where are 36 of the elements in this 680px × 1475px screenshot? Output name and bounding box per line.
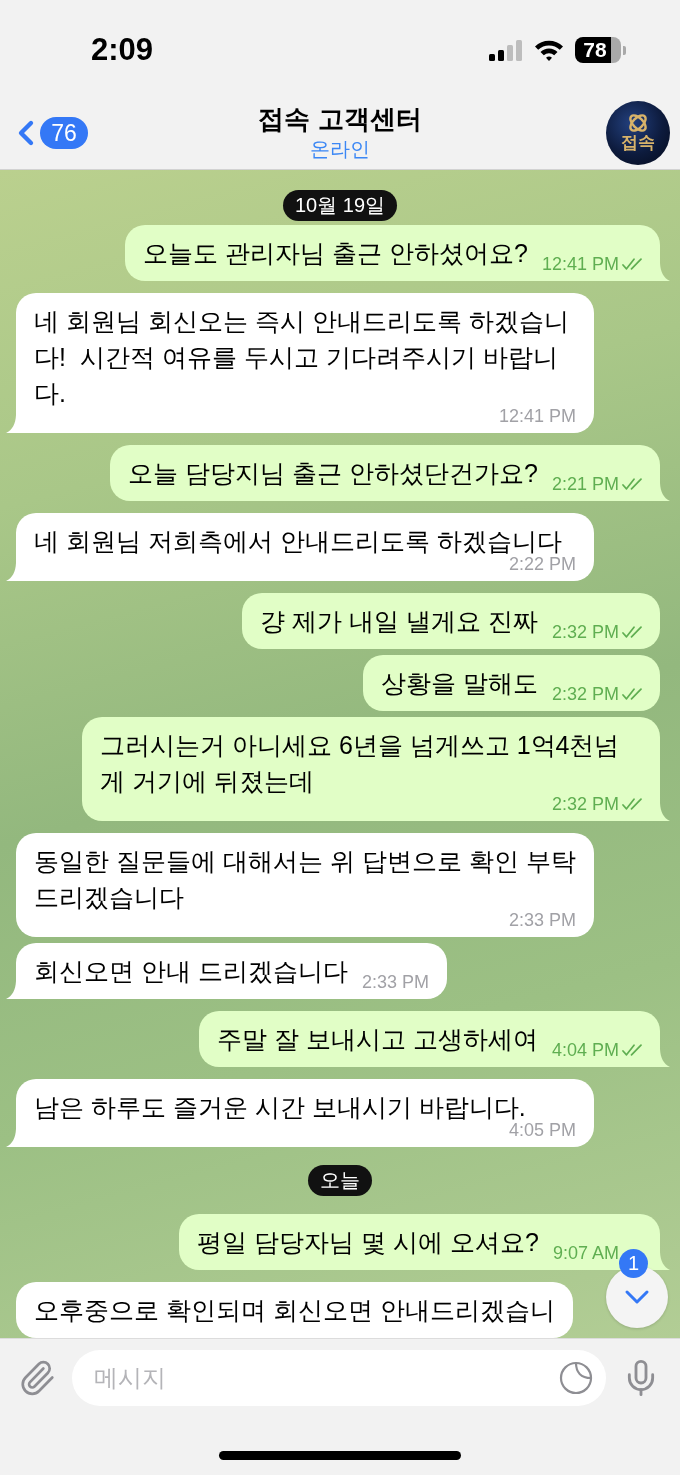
- message-text: 회신오면 안내 드리겠습니다: [34, 956, 348, 987]
- message-text: 상황을 말해도: [381, 668, 538, 699]
- message-time: 2:32 PM: [551, 683, 619, 705]
- message-text: 오늘도 관리자님 출근 안하셨어요?: [143, 238, 528, 269]
- message-time: 9:07 AM: [552, 1242, 619, 1264]
- sticker-icon: [559, 1361, 593, 1395]
- date-separator: 오늘: [308, 1165, 372, 1196]
- message-text: 남은 하루도 즐거운 시간 보내시기 바랍니다.: [34, 1092, 526, 1123]
- message-time: 2:22 PM: [508, 554, 576, 575]
- back-button[interactable]: 76: [12, 112, 88, 153]
- message-text: 주말 잘 보내시고 고생하세여: [217, 1024, 538, 1055]
- chat-title: 접속 고객센터: [258, 103, 422, 136]
- wifi-icon: [534, 39, 564, 61]
- message-time: 2:33 PM: [361, 971, 429, 993]
- message-text: 평일 담당자님 몇 시에 오셔요?: [197, 1227, 539, 1258]
- status-time: 2:09: [91, 32, 154, 68]
- message-time: 4:04 PM: [551, 1039, 619, 1061]
- message-text: 걍 제가 내일 낼게요 진짜: [260, 606, 538, 637]
- paperclip-icon: [18, 1359, 56, 1397]
- message-time: 2:21 PM: [551, 473, 619, 495]
- message-text: 오늘 담당지님 출근 안하셨단건가요?: [128, 458, 538, 489]
- battery-indicator: 78: [575, 37, 626, 63]
- logo-icon: [627, 112, 649, 133]
- message-time: 4:05 PM: [508, 1120, 576, 1141]
- chat-status: 온라인: [310, 137, 370, 162]
- message-input[interactable]: 메시지: [72, 1350, 606, 1406]
- message-time: 12:41 PM: [541, 253, 619, 275]
- message-time: 2:32 PM: [551, 621, 619, 643]
- date-separator: 10월 19일: [282, 190, 398, 221]
- message-text: 오후중으로 확인되며 회신오면 안내드리겠습니: [34, 1295, 555, 1326]
- message-text: 네 회원님 저희측에서 안내드리도록 하겠습니다: [34, 526, 562, 557]
- sticker-button[interactable]: [558, 1360, 594, 1396]
- unread-count-badge: 76: [40, 116, 88, 149]
- avatar-label: 접속: [621, 132, 655, 153]
- signal-icon: [489, 39, 523, 61]
- channel-avatar[interactable]: 접속: [606, 100, 670, 165]
